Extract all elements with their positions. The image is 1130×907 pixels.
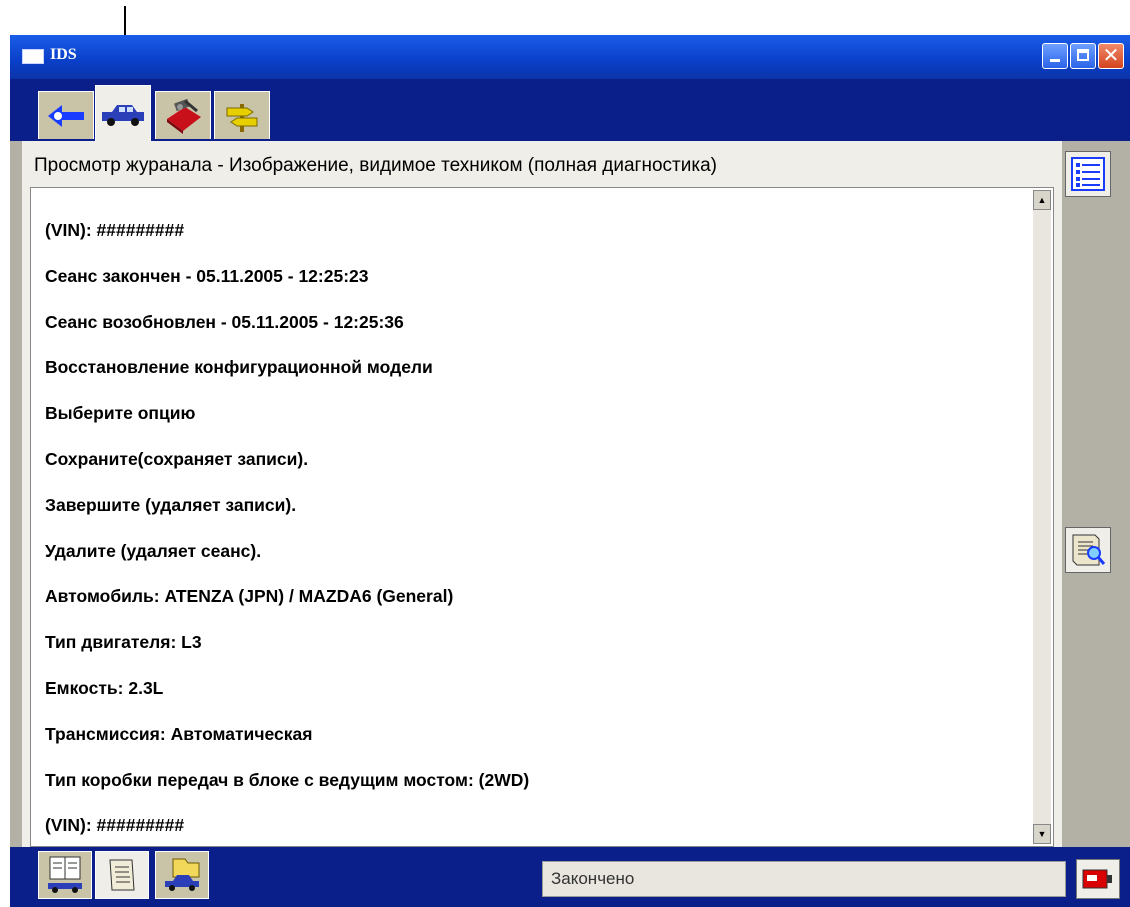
- log-list[interactable]: (VIN): ######### Сеанс закончен - 05.11.…: [30, 187, 1054, 847]
- back-arrow-icon: [48, 104, 84, 127]
- maximize-button[interactable]: [1070, 43, 1096, 69]
- status-field: Закончено: [542, 861, 1066, 897]
- toolbox-icon: [167, 98, 201, 134]
- maximize-icon: [1077, 49, 1089, 61]
- signpost-icon: [226, 103, 258, 132]
- folder-vehicle-icon: [165, 858, 200, 891]
- window-title: IDS: [50, 46, 77, 63]
- close-button[interactable]: ✕: [1098, 43, 1124, 69]
- log-line: Сеанс возобновлен - 05.11.2005 - 12:25:3…: [45, 311, 404, 332]
- bottom-tab-log[interactable]: [95, 851, 149, 899]
- log-line: Тип коробки передач в блоке с ведущим мо…: [45, 769, 530, 790]
- bottom-bar: Закончено: [10, 847, 1130, 907]
- log-line: Трансмиссия: Автоматическая: [45, 723, 313, 744]
- list-icon: [1071, 157, 1105, 191]
- log-line: Выберите опцию: [45, 403, 196, 424]
- scroll-up-button[interactable]: ▲: [1033, 190, 1051, 210]
- tab-directions[interactable]: [214, 91, 270, 139]
- connection-status-button[interactable]: [1076, 859, 1120, 899]
- title-bar: IDS ✕: [10, 35, 1130, 79]
- log-line: Удалите (удаляет сеанс).: [45, 540, 262, 561]
- panel-title: Просмотр журанала - Изображение, видимое…: [34, 155, 717, 176]
- log-line: (VIN): #########: [45, 815, 185, 836]
- tab-strip: [10, 79, 1130, 141]
- tab-back[interactable]: [38, 91, 94, 139]
- log-line: Емкость: 2.3L: [45, 677, 164, 698]
- vertical-scrollbar[interactable]: ▲ ▼: [1033, 190, 1051, 844]
- log-line: Тип двигателя: L3: [45, 632, 202, 653]
- tab-vehicle[interactable]: [95, 85, 151, 141]
- log-line: Восстановление конфигурационной модели: [45, 357, 433, 378]
- log-line: Сохраните(сохраняет записи).: [45, 448, 309, 469]
- battery-connector-icon: [1082, 869, 1112, 889]
- tab-toolbox[interactable]: [155, 91, 211, 139]
- bottom-tab-vehicle-data[interactable]: [38, 851, 92, 899]
- scroll-log-icon: [109, 859, 135, 891]
- car-icon: [102, 104, 144, 126]
- document-search-button[interactable]: [1065, 527, 1111, 573]
- window-icon: [22, 49, 44, 64]
- list-view-button[interactable]: [1065, 151, 1111, 197]
- log-line: Автомобиль: ATENZA (JPN) / MAZDA6 (Gener…: [45, 586, 454, 607]
- log-line: (VIN): #########: [45, 220, 185, 240]
- scroll-down-button[interactable]: ▼: [1033, 824, 1051, 844]
- minimize-icon: [1050, 59, 1060, 62]
- minimize-button[interactable]: [1042, 43, 1068, 69]
- bottom-tab-session-folder[interactable]: [155, 851, 209, 899]
- close-icon: ✕: [1102, 45, 1120, 67]
- status-text: Закончено: [551, 869, 635, 888]
- log-line: Сеанс закончен - 05.11.2005 - 12:25:23: [45, 265, 369, 286]
- log-line: Завершите (удаляет записи).: [45, 494, 297, 515]
- log-lines: (VIN): ######### Сеанс закончен - 05.11.…: [45, 208, 1013, 849]
- log-viewer-panel: Просмотр журанала - Изображение, видимое…: [22, 141, 1062, 847]
- ids-window: IDS ✕ Просмотр журанала - Изображение, в…: [10, 35, 1130, 907]
- document-search-icon: [1072, 534, 1106, 566]
- vehicle-data-icon: [48, 856, 82, 893]
